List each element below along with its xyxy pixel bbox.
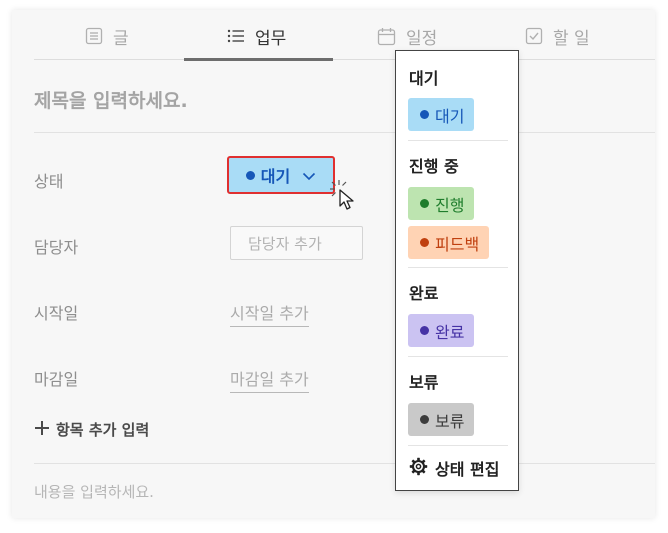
plus-icon (34, 420, 50, 440)
tabs-divider (34, 59, 655, 60)
active-tab-indicator (184, 58, 333, 61)
divider (408, 445, 508, 446)
option-label: 보류 (435, 411, 465, 431)
chevron-down-icon (302, 166, 316, 185)
tab-label: 할 일 (553, 28, 590, 49)
edit-status-label: 상태 편집 (435, 460, 500, 479)
add-field-button[interactable]: 항목 추가 입력 (34, 419, 149, 440)
divider (34, 463, 655, 464)
divider (34, 132, 655, 133)
tab-bar: 글 업무 일정 할 일 (34, 10, 655, 62)
add-field-label: 항목 추가 입력 (56, 421, 150, 439)
checkbox-icon (525, 27, 543, 45)
option-label: 대기 (435, 106, 465, 126)
status-option-progress[interactable]: 진행 (408, 187, 475, 220)
status-dot (420, 238, 429, 247)
status-option-feedback[interactable]: 피드백 (408, 226, 490, 259)
divider (408, 140, 508, 141)
status-select[interactable]: 대기 (227, 156, 335, 194)
group-title-waiting: 대기 (409, 69, 439, 88)
status-option-done[interactable]: 완료 (408, 314, 475, 347)
tab-label: 업무 (255, 28, 287, 49)
due-date-label: 마감일 (34, 370, 79, 389)
start-date-label: 시작일 (34, 304, 79, 323)
document-icon (85, 27, 103, 45)
divider (408, 356, 508, 357)
edit-status-button[interactable]: 상태 편집 (409, 456, 499, 480)
task-editor-card: 글 업무 일정 할 일 제목을 입력하세요. 상태 대기 담당자 담당자 추가 … (12, 10, 655, 518)
status-dot (420, 199, 429, 208)
status-dot (420, 415, 429, 424)
divider (408, 267, 508, 268)
status-dot (420, 326, 429, 335)
status-option-waiting[interactable]: 대기 (408, 98, 475, 131)
cursor-icon (326, 176, 366, 216)
option-label: 완료 (435, 322, 465, 342)
status-dropdown: 대기 대기 진행 중 진행 피드백 완료 완료 보류 보류 상태 편집 (395, 50, 519, 491)
status-dot (420, 110, 429, 119)
option-label: 진행 (435, 195, 465, 215)
group-title-done: 완료 (409, 284, 439, 303)
content-input[interactable]: 내용을 입력하세요. (34, 481, 154, 502)
title-input[interactable]: 제목을 입력하세요. (34, 86, 188, 113)
assignee-input[interactable]: 담당자 추가 (230, 226, 363, 260)
status-dot (245, 170, 255, 180)
due-date-input[interactable]: 마감일 추가 (230, 366, 309, 393)
tab-task[interactable]: 업무 (227, 10, 286, 62)
calendar-icon (377, 27, 396, 46)
status-option-hold[interactable]: 보류 (408, 403, 475, 436)
tab-label: 일정 (406, 28, 438, 49)
assignee-label: 담당자 (34, 238, 79, 257)
status-value: 대기 (260, 167, 291, 186)
list-icon (227, 28, 245, 44)
status-label: 상태 (34, 172, 64, 191)
tab-label: 글 (113, 28, 129, 49)
group-title-hold: 보류 (409, 373, 439, 392)
tab-post[interactable]: 글 (85, 10, 129, 62)
option-label: 피드백 (435, 234, 480, 254)
gear-icon (409, 457, 428, 480)
start-date-input[interactable]: 시작일 추가 (230, 300, 309, 327)
tab-todo[interactable]: 할 일 (525, 10, 590, 62)
group-title-in-progress: 진행 중 (409, 157, 459, 176)
